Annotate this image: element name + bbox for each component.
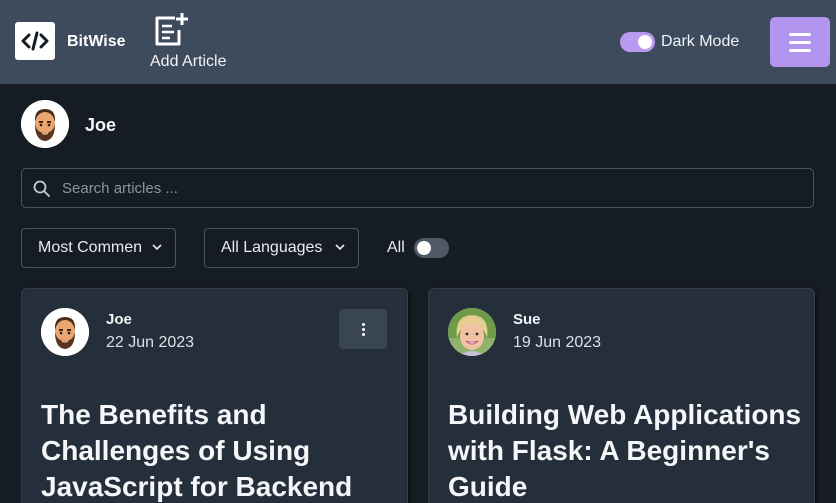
logo[interactable] <box>15 22 55 60</box>
article-card[interactable]: Sue 19 Jun 2023 Building Web Application… <box>428 288 815 503</box>
bearded-man-avatar-icon <box>41 308 89 356</box>
search-input[interactable] <box>62 169 802 207</box>
article-date: 22 Jun 2023 <box>106 334 195 351</box>
user-avatar[interactable] <box>21 100 69 148</box>
add-article-button[interactable]: Add Article <box>146 10 236 76</box>
chevron-down-icon <box>152 244 162 251</box>
article-options-button[interactable] <box>339 309 387 349</box>
code-brackets-icon <box>21 31 49 51</box>
article-date: 19 Jun 2023 <box>513 334 602 351</box>
add-document-icon <box>155 13 188 46</box>
author-name[interactable]: Joe <box>106 311 132 328</box>
search-bar <box>21 168 814 208</box>
toggle-knob <box>638 35 652 49</box>
add-article-label: Add Article <box>150 53 227 70</box>
article-card[interactable]: Joe 22 Jun 2023 The Benefits and Challen… <box>21 288 408 503</box>
sort-dropdown[interactable]: Most Commen <box>21 228 176 268</box>
hamburger-icon <box>789 32 811 36</box>
chevron-down-icon <box>335 244 345 251</box>
hamburger-icon-bar <box>789 48 811 52</box>
author-avatar[interactable] <box>448 308 496 356</box>
top-navbar: BitWise Add Article Dark Mode <box>0 0 836 84</box>
woman-photo-avatar-icon <box>448 308 496 356</box>
user-name: Joe <box>85 115 117 135</box>
language-selected-value: All Languages <box>221 239 323 256</box>
all-filter-toggle[interactable] <box>414 238 449 258</box>
hamburger-icon-bar <box>789 40 811 44</box>
dark-mode-toggle[interactable] <box>620 32 655 52</box>
all-filter-label: All <box>387 239 405 256</box>
sort-selected-value: Most Commen <box>38 239 143 256</box>
author-name[interactable]: Sue <box>513 311 541 328</box>
menu-button[interactable] <box>770 17 830 67</box>
article-title[interactable]: Building Web Applications with Flask: A … <box>448 397 803 503</box>
dark-mode-label: Dark Mode <box>661 33 740 50</box>
kebab-menu-icon-dot <box>361 332 365 336</box>
toggle-knob <box>417 241 431 255</box>
bearded-man-avatar-icon <box>21 100 69 148</box>
kebab-menu-icon <box>361 322 365 326</box>
language-dropdown[interactable]: All Languages <box>204 228 359 268</box>
author-avatar[interactable] <box>41 308 89 356</box>
brand-name[interactable]: BitWise <box>67 33 126 51</box>
search-icon <box>33 180 50 197</box>
kebab-menu-icon-dot <box>361 327 365 331</box>
article-title[interactable]: The Benefits and Challenges of Using Jav… <box>41 397 396 503</box>
